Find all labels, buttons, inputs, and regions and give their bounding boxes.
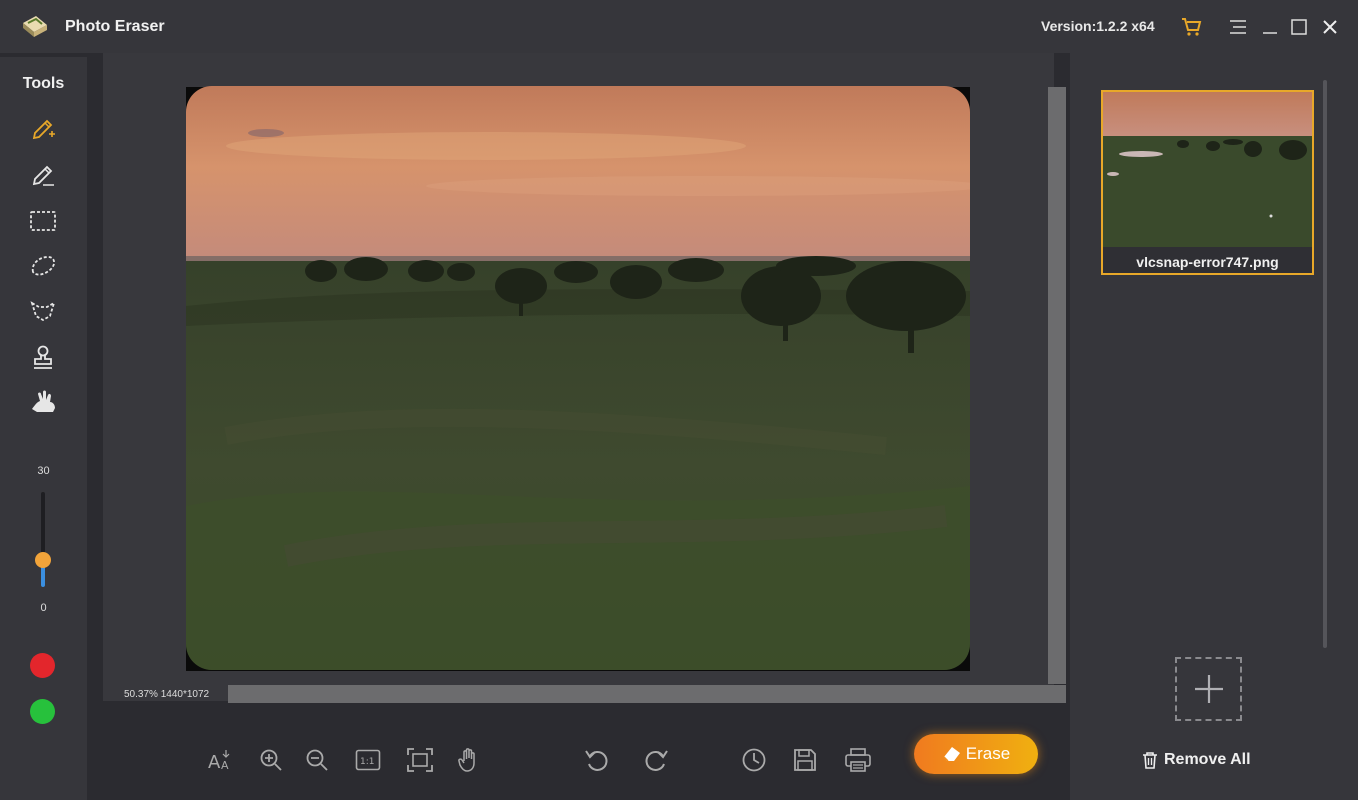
menu-icon[interactable] bbox=[1225, 14, 1251, 40]
version-label: Version:1.2.2 x64 bbox=[1041, 18, 1155, 34]
file-thumbnail-image bbox=[1103, 92, 1312, 247]
clone-stamp-icon[interactable] bbox=[27, 341, 59, 373]
trash-icon bbox=[1143, 752, 1157, 769]
polygon-lasso-icon[interactable] bbox=[27, 295, 59, 327]
save-icon[interactable] bbox=[788, 743, 822, 777]
vertical-scrollbar[interactable] bbox=[1048, 87, 1066, 684]
erase-label: Erase bbox=[965, 744, 1011, 763]
minimize-icon[interactable] bbox=[1257, 14, 1283, 40]
file-thumbnail-card[interactable]: vlcsnap-error747.png bbox=[1101, 90, 1314, 275]
smart-brush-icon[interactable] bbox=[27, 113, 59, 145]
plus-icon bbox=[1194, 675, 1223, 703]
brush-size-thumb[interactable] bbox=[35, 552, 51, 568]
restore-hand-icon[interactable] bbox=[27, 386, 59, 418]
brush-size-min: 0 bbox=[40, 602, 47, 614]
zoom-readout: 50.37% 1440*1072 bbox=[124, 689, 210, 700]
actual-size-icon[interactable]: 1:1 bbox=[351, 743, 385, 777]
red-mark-color[interactable] bbox=[30, 653, 55, 678]
cart-icon[interactable] bbox=[1179, 14, 1205, 40]
lasso-icon[interactable] bbox=[27, 250, 59, 282]
zoom-out-icon[interactable] bbox=[300, 743, 334, 777]
erase-button[interactable]: Erase bbox=[914, 734, 1038, 774]
photo-canvas[interactable] bbox=[186, 86, 970, 670]
file-name: vlcsnap-error747.png bbox=[1136, 254, 1279, 270]
file-list-panel: vlcsnap-error747.png Remove All bbox=[1070, 53, 1358, 800]
undo-icon[interactable] bbox=[580, 743, 614, 777]
remove-all-button[interactable]: Remove All bbox=[1142, 749, 1251, 771]
svg-text:A: A bbox=[221, 759, 229, 772]
main-canvas-area: 50.37% 1440*1072 AA 1:1 Erase bbox=[87, 53, 1070, 800]
text-size-icon[interactable]: AA bbox=[203, 743, 237, 777]
rectangle-select-icon[interactable] bbox=[27, 205, 59, 237]
app-logo-icon bbox=[23, 16, 47, 37]
panel-scrollbar[interactable] bbox=[1323, 80, 1327, 648]
title-bar: Photo Eraser Version:1.2.2 x64 bbox=[0, 0, 1358, 53]
tools-title: Tools bbox=[22, 75, 65, 92]
horizontal-scrollbar[interactable] bbox=[228, 685, 1066, 703]
close-icon[interactable] bbox=[1317, 14, 1343, 40]
tools-sidebar: Tools 30 0 bbox=[0, 57, 87, 800]
green-mark-color[interactable] bbox=[30, 699, 55, 724]
zoom-in-icon[interactable] bbox=[254, 743, 288, 777]
add-image-button[interactable] bbox=[1175, 657, 1242, 721]
svg-text:A: A bbox=[208, 752, 221, 772]
maximize-icon[interactable] bbox=[1286, 14, 1312, 40]
remove-all-label: Remove All bbox=[1164, 751, 1251, 768]
eraser-icon bbox=[943, 747, 960, 762]
pan-hand-icon[interactable] bbox=[452, 743, 486, 777]
app-title: Photo Eraser bbox=[65, 18, 165, 35]
fit-screen-icon[interactable] bbox=[403, 743, 437, 777]
redo-icon[interactable] bbox=[639, 743, 673, 777]
brush-size-max: 30 bbox=[37, 465, 50, 477]
print-icon[interactable] bbox=[841, 743, 875, 777]
pencil-icon[interactable] bbox=[27, 159, 59, 191]
history-icon[interactable] bbox=[737, 743, 771, 777]
bottom-toolbar: AA 1:1 Erase bbox=[87, 721, 1070, 800]
svg-text:1:1: 1:1 bbox=[360, 757, 374, 767]
